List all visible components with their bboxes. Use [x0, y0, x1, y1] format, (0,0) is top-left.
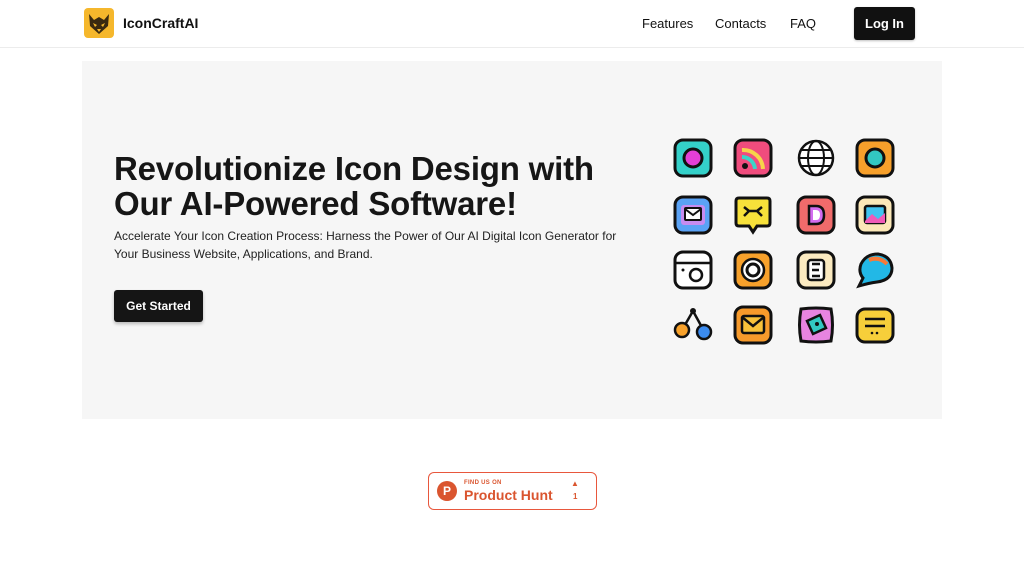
message-box-icon [855, 305, 895, 345]
site-header: IconCraftAI Features Contacts FAQ Log In [0, 0, 1024, 48]
wolf-logo-icon[interactable] [84, 8, 114, 38]
letter-e-icon [796, 250, 836, 290]
product-hunt-name: Product Hunt [464, 487, 553, 503]
upvote-arrow-icon: ▲ [571, 479, 579, 488]
globe-icon [796, 138, 836, 178]
camera-icon [673, 250, 713, 290]
product-hunt-logo-icon: P [437, 481, 457, 501]
network-nodes-icon [673, 305, 713, 345]
camera-lens-icon [673, 138, 713, 178]
nav-features-link[interactable]: Features [642, 16, 693, 31]
target-icon [733, 250, 773, 290]
speech-bubble-icon [855, 250, 895, 290]
nav-faq-link[interactable]: FAQ [790, 16, 816, 31]
nav-contacts-link[interactable]: Contacts [715, 16, 766, 31]
chat-bubble-icon [733, 195, 773, 235]
image-icon [855, 195, 895, 235]
upvote-count: 1 [573, 492, 578, 501]
brand-name[interactable]: IconCraftAI [123, 15, 198, 31]
get-started-button[interactable]: Get Started [114, 290, 203, 322]
envelope-icon [733, 305, 773, 345]
product-hunt-tagline: FIND US ON [464, 480, 502, 486]
hero-subtitle: Accelerate Your Icon Creation Process: H… [114, 229, 617, 261]
product-hunt-badge[interactable]: P FIND US ON Product Hunt ▲ 1 [428, 472, 597, 510]
photo-icon [796, 305, 836, 345]
login-button[interactable]: Log In [854, 7, 915, 40]
mail-icon [673, 195, 713, 235]
hero-title: Revolutionize Icon Design with Our AI-Po… [114, 150, 594, 222]
circle-frame-icon [855, 138, 895, 178]
rss-feed-icon [733, 138, 773, 178]
letter-d-icon [796, 195, 836, 235]
